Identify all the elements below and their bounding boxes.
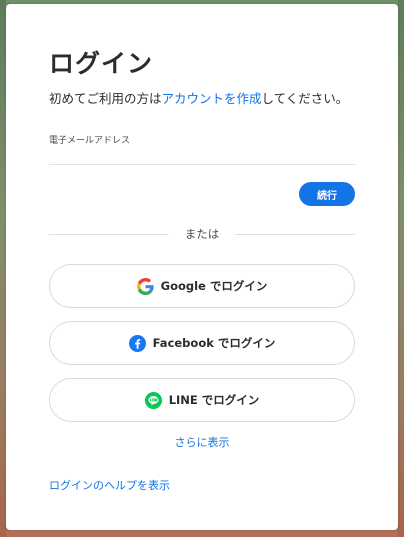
facebook-icon [128, 334, 146, 352]
signup-prompt: 初めてご利用の方はアカウントを作成してください。 [49, 88, 348, 107]
or-divider: または [49, 225, 355, 243]
google-login-label: Google でログイン [160, 279, 268, 293]
signup-prompt-prefix: 初めてご利用の方は [49, 91, 162, 106]
line-login-button[interactable]: LINE でログイン [49, 378, 355, 422]
page-title: ログイン [49, 49, 154, 78]
google-icon [136, 277, 154, 295]
continue-button[interactable]: 続行 [299, 182, 355, 206]
login-help-link[interactable]: ログインのヘルプを表示 [49, 477, 170, 493]
create-account-link[interactable]: アカウントを作成 [162, 91, 262, 106]
line-icon [144, 391, 162, 409]
facebook-login-button[interactable]: Facebook でログイン [49, 321, 355, 365]
show-more-link[interactable]: さらに表示 [49, 434, 355, 450]
signup-prompt-suffix: してください。 [261, 91, 349, 106]
email-label: 電子メールアドレス [49, 136, 131, 146]
background-right-edge [398, 0, 404, 537]
divider-line-right [235, 234, 355, 235]
email-field[interactable] [49, 146, 355, 165]
login-card: ログイン 初めてご利用の方はアカウントを作成してください。 電子メールアドレス … [6, 4, 398, 530]
facebook-login-label: Facebook でログイン [152, 336, 276, 350]
google-login-button[interactable]: Google でログイン [49, 264, 355, 308]
line-login-label: LINE でログイン [168, 393, 260, 407]
